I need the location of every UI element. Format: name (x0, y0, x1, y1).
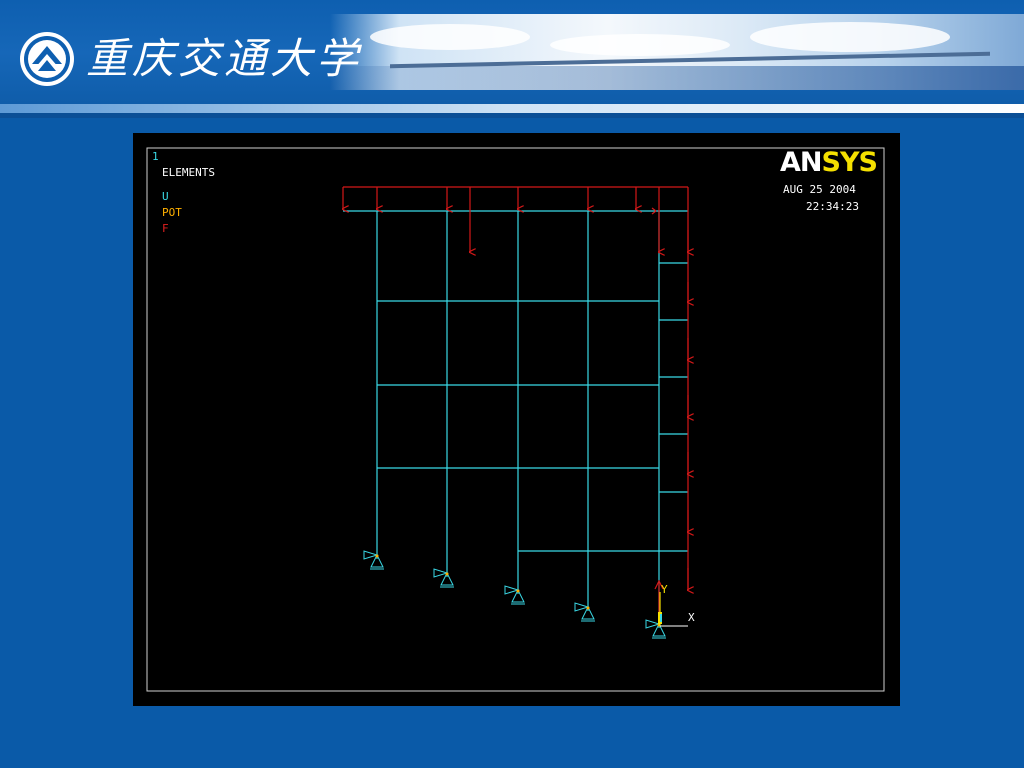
window-number: 1 (152, 150, 159, 163)
plot-type-label: ELEMENTS (162, 166, 215, 179)
axis-y-label: Y (661, 583, 668, 596)
ansys-logo: ANSYS (780, 147, 878, 178)
axis-triad (658, 592, 688, 627)
legend-u: U (162, 190, 169, 203)
slide-header: 重庆交通大学 (0, 0, 1024, 118)
header-banner-image (330, 14, 1024, 90)
support-2 (433, 568, 454, 588)
ansys-graphics-window: ANSYS (133, 133, 900, 706)
header-divider-light (0, 104, 1024, 113)
plot-time: 22:34:23 (806, 200, 859, 213)
header-divider-dark (0, 113, 1024, 118)
ansys-logo-sys: SYS (821, 147, 878, 178)
support-constraints (363, 550, 666, 639)
frame-elements (343, 210, 688, 628)
plot-date: AUG 25 2004 (783, 183, 856, 196)
legend-pot: POT (162, 206, 182, 219)
ansys-logo-an: AN (780, 147, 822, 178)
support-4 (574, 602, 595, 622)
university-seal-icon (20, 32, 74, 86)
force-loads (343, 186, 688, 625)
axis-x-label: X (688, 611, 695, 624)
legend-f: F (162, 222, 169, 235)
support-5 (645, 619, 666, 639)
university-name: 重庆交通大学 (86, 34, 363, 83)
structure-plot (146, 147, 885, 692)
support-3 (504, 585, 525, 605)
support-1 (363, 550, 384, 570)
plot-border (146, 147, 885, 692)
